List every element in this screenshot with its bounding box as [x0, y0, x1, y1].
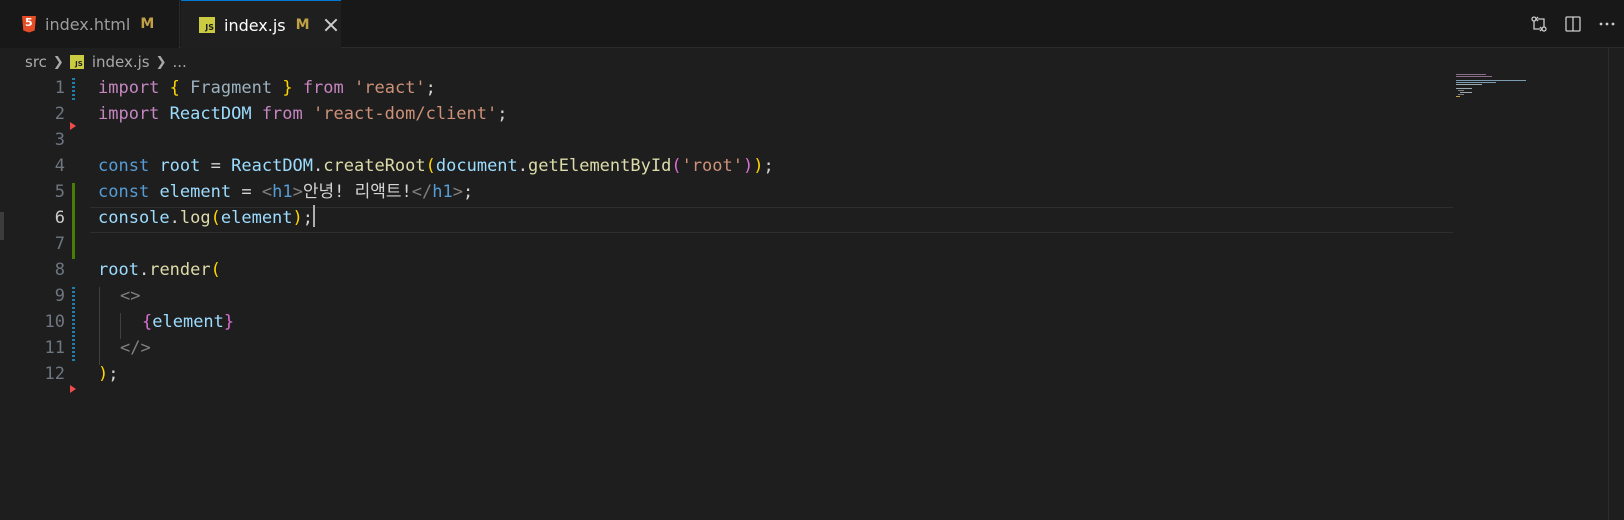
breadcrumb-file[interactable]: index.js	[92, 53, 150, 71]
code-line-11: </>	[120, 338, 151, 358]
minimap-line	[1460, 92, 1472, 93]
line-number: 10	[44, 312, 65, 332]
line-number: 11	[44, 338, 65, 358]
close-icon[interactable]	[324, 18, 338, 32]
minimap-line	[1456, 82, 1496, 83]
tab-index-js[interactable]: JS index.js M	[181, 0, 341, 49]
minimap-line	[1456, 76, 1492, 77]
line-number: 5	[54, 182, 65, 202]
diff-modified-marker[interactable]	[72, 287, 75, 363]
line-number: 8	[54, 260, 65, 280]
line-number-active: 6	[54, 208, 65, 228]
line-number: 4	[54, 156, 65, 176]
minimap-line	[1456, 74, 1486, 75]
breadcrumb-folder[interactable]: src	[25, 53, 47, 71]
minimap-line	[1456, 88, 1472, 89]
code-line-12: );	[98, 364, 119, 384]
code-line-4: const root = ReactDOM.createRoot(documen…	[98, 156, 774, 176]
code-line-8: root.render(	[98, 260, 221, 280]
text-cursor	[313, 205, 316, 227]
code-line-9: <>	[120, 286, 141, 306]
more-actions-icon[interactable]	[1590, 7, 1624, 41]
minimap-line	[1456, 96, 1460, 97]
breadcrumb-symbol[interactable]: ...	[173, 53, 187, 71]
minimap-line	[1458, 94, 1464, 95]
modified-badge: M	[295, 17, 310, 33]
code-line-1: import { Fragment } from 'react';	[98, 78, 436, 98]
tab-bar: index.html M JS index.js M	[0, 0, 1624, 49]
chevron-right-icon: ❯	[52, 54, 64, 70]
line-number: 3	[54, 130, 65, 150]
minimap-line	[1456, 80, 1526, 81]
html-file-icon	[22, 15, 36, 33]
indent-guide	[99, 287, 100, 365]
code-line-10: {element}	[142, 312, 235, 332]
minimap-line	[1458, 90, 1464, 91]
vertical-scrollbar[interactable]	[1608, 48, 1624, 520]
breadcrumb: src ❯ JS index.js ❯ ...	[25, 50, 187, 74]
code-line-5: const element = <h1>안녕! 리액트!</h1>;	[98, 182, 474, 202]
modified-badge: M	[140, 16, 155, 32]
diff-deleted-marker[interactable]	[70, 122, 76, 130]
chevron-right-icon: ❯	[155, 54, 167, 70]
minimap[interactable]	[1452, 74, 1532, 104]
code-line-6: console.log(element);	[98, 205, 316, 231]
diff-deleted-marker[interactable]	[70, 385, 76, 393]
line-number: 9	[54, 286, 65, 306]
sash-marker	[0, 212, 4, 240]
line-number: 1	[54, 78, 65, 98]
split-editor-icon[interactable]	[1556, 7, 1590, 41]
js-file-icon: JS	[199, 17, 215, 33]
tab-index-html[interactable]: index.html M	[0, 0, 180, 48]
line-number: 12	[44, 364, 65, 384]
diff-added-marker[interactable]	[72, 183, 75, 259]
minimap-line	[1456, 84, 1482, 85]
line-number: 2	[54, 104, 65, 124]
tab-label: index.html	[45, 14, 131, 34]
editor-actions	[1522, 0, 1624, 48]
line-number: 7	[54, 234, 65, 254]
open-changes-icon[interactable]	[1522, 7, 1556, 41]
code-line-2: import ReactDOM from 'react-dom/client';	[98, 104, 508, 124]
tab-label: index.js	[224, 15, 286, 35]
diff-modified-marker[interactable]	[72, 78, 75, 100]
js-file-icon: JS	[69, 55, 84, 69]
